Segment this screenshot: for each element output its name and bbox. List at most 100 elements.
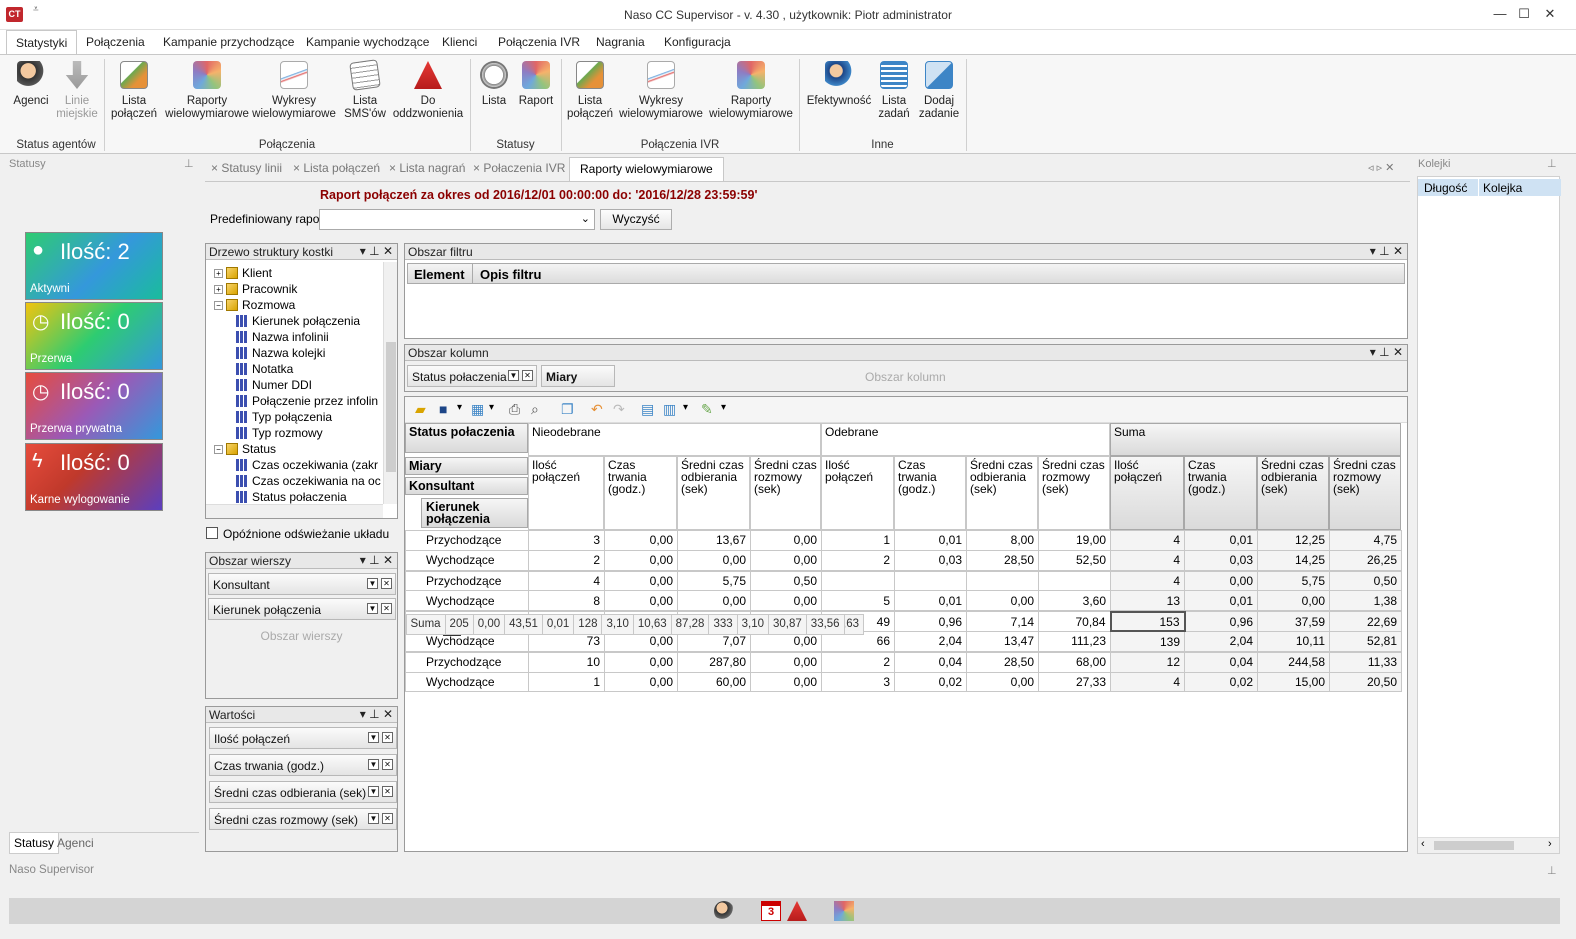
chevron-down-icon[interactable]: ▾ (489, 402, 494, 413)
table-cell[interactable]: 87,28 (670, 614, 710, 635)
table-cell[interactable]: 4 (1110, 530, 1185, 551)
tree-item[interactable]: − Status (214, 442, 276, 456)
tab-kampanie-wychodzace[interactable]: Kampanie wychodzące (300, 34, 435, 50)
table-cell[interactable]: 13,47 (966, 630, 1039, 652)
table-cell[interactable]: 14,25 (1257, 549, 1330, 571)
scrollbar-thumb[interactable] (1434, 841, 1514, 850)
measure-header[interactable]: Czas trwania (godz.) (1184, 456, 1257, 530)
table-cell[interactable]: 7,14 (966, 611, 1039, 632)
table-cell[interactable]: 3,60 (1038, 590, 1111, 612)
table-cell[interactable]: 0,00 (750, 590, 822, 612)
table-cell[interactable]: 0,00 (604, 530, 678, 551)
tab-klienci[interactable]: Klienci (436, 34, 483, 50)
col-dlugosc[interactable]: Długość (1424, 181, 1467, 195)
table-cell[interactable]: 52,50 (1038, 549, 1111, 571)
wykresy-wielowymiarowe-button[interactable]: Wykresy wielowymiarowe (252, 61, 336, 121)
tree-item[interactable]: + Klient (214, 266, 272, 280)
lista-polaczen-button[interactable]: Lista połączeń (110, 61, 158, 121)
chevron-down-icon[interactable]: ▾ (457, 402, 462, 413)
minimize-button[interactable]: — (1490, 6, 1510, 24)
table-cell[interactable]: 12 (1110, 651, 1185, 673)
measure-header[interactable]: Średni czas rozmowy (sek) (1038, 456, 1110, 530)
chevron-down-icon[interactable]: ▾ (683, 402, 688, 413)
expand-toggle-icon[interactable]: − (214, 445, 223, 454)
table-cell[interactable]: 0,96 (894, 611, 967, 632)
format-brush-icon[interactable]: ✎ (701, 401, 713, 418)
calendar-icon[interactable]: 3 (761, 901, 781, 921)
table-cell[interactable]: 0,00 (966, 590, 1039, 612)
close-button[interactable]: ✕ (1540, 6, 1560, 24)
table-cell[interactable]: 0,00 (750, 651, 822, 673)
table-cell[interactable]: 0,00 (604, 590, 678, 612)
table-cell[interactable]: 0,00 (604, 549, 678, 571)
tree-item[interactable]: Nazwa infolinii (236, 330, 329, 344)
remove-icon[interactable]: ✕ (381, 603, 392, 614)
table-cell[interactable]: 0,00 (604, 671, 678, 693)
table-cell[interactable]: 8 (528, 590, 605, 612)
tab-agenci[interactable]: Agenci (57, 836, 94, 850)
table-cell[interactable]: 0,04 (894, 651, 967, 673)
table-cell[interactable]: 28,50 (966, 549, 1039, 571)
lista-smsow-button[interactable]: Lista SMS'ów (342, 59, 388, 121)
tab-statusy-linii[interactable]: × Statusy linii (211, 161, 282, 175)
values-chip[interactable]: Średni czas rozmowy (sek) ▼ ✕ (209, 808, 397, 830)
tree-item[interactable]: Połączenie przez infolin (236, 394, 378, 408)
row-header[interactable]: Przychodzące (405, 570, 529, 592)
agents-icon[interactable] (714, 901, 734, 921)
table-cell[interactable]: 26,25 (1329, 549, 1402, 571)
table-cell[interactable]: 0,02 (894, 671, 967, 693)
table-cell[interactable]: 0,03 (1184, 549, 1258, 571)
measure-header[interactable]: Średni czas odbierania (sek) (1257, 456, 1329, 530)
clear-button[interactable]: Wyczyść (600, 209, 672, 230)
pivot-header-status[interactable]: Status połaczenia (405, 423, 528, 453)
tree-item[interactable]: Kierunek połączenia (236, 314, 360, 328)
measure-header[interactable]: Ilość połączeń (821, 456, 894, 530)
table-cell[interactable]: 333 (708, 614, 738, 635)
tab-scroll-arrows[interactable]: ◃ ▹ ✕ (1368, 161, 1394, 174)
pin-icon[interactable]: ⊥ (1547, 157, 1557, 170)
tab-statusy[interactable]: Statusy (9, 833, 60, 854)
tree-item[interactable]: Notatka (236, 362, 293, 376)
tile-przerwa-prywatna[interactable]: ◷ Ilość: 0 Przerwa prywatna (25, 372, 163, 440)
table-cell[interactable]: 139 (1110, 630, 1185, 652)
measure-header[interactable]: Czas trwania (godz.) (894, 456, 966, 530)
measure-header[interactable]: Średni czas rozmowy (sek) (1329, 456, 1401, 530)
table-cell[interactable]: 10 (528, 651, 605, 673)
values-chip[interactable]: Ilość połączeń ▼ ✕ (209, 727, 397, 749)
measure-header[interactable]: Ilość połączeń (528, 456, 604, 530)
table-cell[interactable]: 0,00 (750, 530, 822, 551)
table-cell[interactable]: 0,96 (1184, 611, 1258, 632)
measure-header[interactable]: Średni czas odbierania (sek) (966, 456, 1038, 530)
expand-toggle-icon[interactable]: + (214, 285, 223, 294)
table-cell[interactable]: 0,01 (541, 614, 575, 635)
table-cell[interactable]: 0,00 (604, 651, 678, 673)
table-cell[interactable]: 0,00 (966, 671, 1039, 693)
statusy-raport-button[interactable]: Raport (516, 61, 556, 108)
measure-header[interactable]: Ilość połączeń (1110, 456, 1184, 530)
table-cell[interactable]: 13 (1110, 590, 1185, 612)
lista-zadan-button[interactable]: Lista zadań (876, 61, 912, 121)
remove-icon[interactable]: ✕ (382, 786, 393, 797)
table-cell[interactable]: 5 (821, 590, 895, 612)
table-cell[interactable]: 0,50 (1329, 570, 1402, 592)
tab-statystyki[interactable]: Statystyki (6, 30, 78, 54)
remove-icon[interactable]: ✕ (381, 578, 392, 589)
table-cell[interactable]: 0,00 (677, 590, 751, 612)
tree-hscrollbar[interactable] (206, 504, 383, 518)
table-cell[interactable]: 52,81 (1329, 630, 1402, 652)
export-icon[interactable]: ▦ (471, 401, 484, 418)
field-list-icon[interactable]: ▤ (641, 401, 654, 418)
table-cell[interactable] (966, 570, 1039, 592)
tab-konfiguracja[interactable]: Konfiguracja (658, 34, 737, 50)
table-cell[interactable]: 3 (528, 530, 605, 551)
pin-icon[interactable]: ⊥ (1547, 864, 1557, 877)
table-cell[interactable]: 0,03 (894, 549, 967, 571)
tree-item[interactable]: Nazwa kolejki (236, 346, 325, 360)
maximize-button[interactable]: ☐ (1514, 6, 1534, 24)
tile-przerwa[interactable]: ◷ Ilość: 0 Przerwa (25, 302, 163, 370)
column-group-header[interactable]: Suma (1110, 423, 1401, 456)
table-cell[interactable]: 0,01 (1184, 590, 1258, 612)
panel-controls-icon[interactable]: ▾ ⊥ ✕ (1370, 345, 1403, 359)
ivr-wykresy-button[interactable]: Wykresy wielowymiarowe (619, 61, 703, 121)
tab-kampanie-przychodzace[interactable]: Kampanie przychodzące (157, 34, 300, 50)
